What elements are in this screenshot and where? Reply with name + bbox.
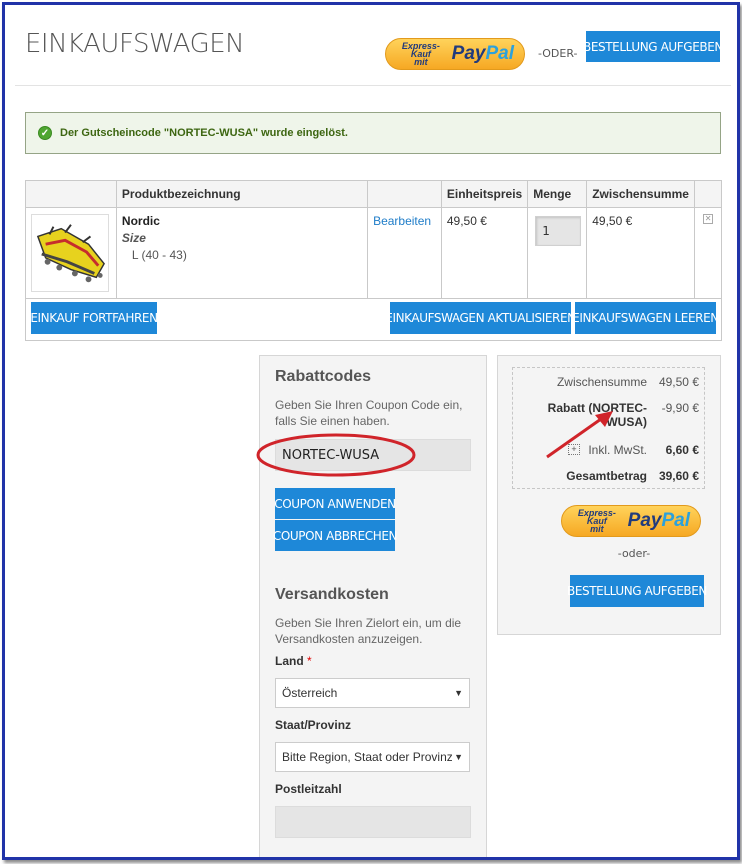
paypal-logo: PayPal (627, 510, 690, 531)
continue-shopping-button[interactable]: EINKAUF FORTFAHREN (30, 302, 158, 334)
paypal-logo: PayPal (451, 43, 514, 64)
paypal-express-text: Express-Kauf mit (577, 508, 616, 534)
col-unit-price: Einheitspreis (440, 180, 529, 208)
country-select[interactable]: Österreich ▼ (275, 678, 470, 708)
close-icon[interactable]: ✕ (703, 214, 714, 224)
subtotal-value: 49,50 € (658, 375, 699, 389)
region-select[interactable]: Bitte Region, Staat oder Provinz ▼ (275, 742, 470, 772)
oder-separator-bottom: -oder- (617, 547, 651, 560)
highlight-ellipse (256, 433, 416, 477)
table-row: Nordic Size L (40 - 43) Bearbeiten 49,50… (25, 207, 722, 299)
product-option-label: Size (121, 231, 146, 245)
cart-table: Produktbezeichnung Einheitspreis Menge Z… (25, 180, 722, 299)
country-label: Land * (275, 654, 312, 668)
coupon-description: Geben Sie Ihren Coupon Code ein, falls S… (275, 398, 463, 428)
col-image (25, 180, 117, 208)
zip-input[interactable] (275, 806, 471, 838)
product-name[interactable]: Nordic (122, 214, 362, 228)
unit-price-cell: 49,50 € (440, 207, 529, 299)
grand-total-label: Gesamtbetrag (566, 469, 647, 483)
country-select-value: Österreich (282, 686, 338, 700)
dropdown-arrow-icon: ▼ (454, 688, 463, 698)
annotation-arrow (546, 411, 613, 459)
coupon-title: Rabattcodes (275, 368, 372, 385)
cancel-coupon-button[interactable]: COUPON ABBRECHEN (273, 520, 398, 551)
col-remove (694, 180, 722, 208)
subtotal-cell: 49,50 € (586, 207, 696, 299)
product-info-cell: Nordic Size L (40 - 43) (115, 207, 369, 299)
tax-value: 6,60 € (665, 443, 699, 457)
region-label: Staat/Provinz (275, 718, 352, 732)
success-message-text: Der Gutscheincode "NORTEC-WUSA" wurde ei… (60, 127, 348, 139)
quantity-input[interactable]: 1 (535, 216, 582, 246)
product-image-cell (25, 207, 117, 299)
page-title: EINKAUFSWAGEN (25, 29, 245, 59)
page-frame: EINKAUFSWAGEN Express-Kauf mit PayPal -O… (2, 2, 740, 860)
remove-cell: ✕ (694, 207, 722, 299)
grand-total-value: 39,60 € (658, 469, 699, 483)
edit-cell: Bearbeiten (367, 207, 442, 299)
col-edit (367, 180, 442, 208)
clear-cart-button[interactable]: EINKAUFSWAGEN LEEREN (572, 302, 719, 334)
product-thumbnail[interactable] (31, 214, 109, 292)
oder-separator: -ODER- (538, 47, 578, 60)
product-option-value: L (40 - 43) (131, 248, 187, 262)
discount-value: -9,90 € (661, 401, 699, 415)
update-cart-button[interactable]: EINKAUFSWAGEN AKTUALISIEREN (385, 302, 576, 334)
shipping-title: Versandkosten (275, 586, 389, 603)
col-product: Produktbezeichnung (115, 180, 369, 208)
cart-header-row: Produktbezeichnung Einheitspreis Menge Z… (25, 180, 722, 208)
paypal-express-button[interactable]: Express-Kauf mit PayPal (385, 38, 525, 70)
dropdown-arrow-icon: ▼ (454, 752, 463, 762)
zip-label: Postleitzahl (275, 782, 342, 796)
col-subtotal: Zwischensumme (586, 180, 696, 208)
checkout-button-top[interactable]: BESTELLUNG AUFGEBEN (583, 31, 723, 62)
region-select-value: Bitte Region, Staat oder Provinz (282, 750, 452, 764)
checkout-button-bottom[interactable]: BESTELLUNG AUFGEBEN (567, 575, 707, 607)
success-message: ✓ Der Gutscheincode "NORTEC-WUSA" wurde … (25, 112, 721, 154)
apply-coupon-button[interactable]: COUPON ANWENDEN (274, 488, 396, 519)
subtotal-label: Zwischensumme (556, 375, 647, 389)
edit-link[interactable]: Bearbeiten (373, 214, 431, 228)
shipping-description: Geben Sie Ihren Zielort ein, um die Vers… (275, 616, 462, 646)
paypal-express-button-bottom[interactable]: Express-Kauf mit PayPal (561, 505, 701, 537)
check-icon: ✓ (38, 126, 52, 140)
col-qty: Menge (527, 180, 588, 208)
paypal-express-text: Express-Kauf mit (401, 41, 440, 67)
qty-cell: 1 (527, 207, 588, 299)
header-divider (15, 85, 731, 86)
